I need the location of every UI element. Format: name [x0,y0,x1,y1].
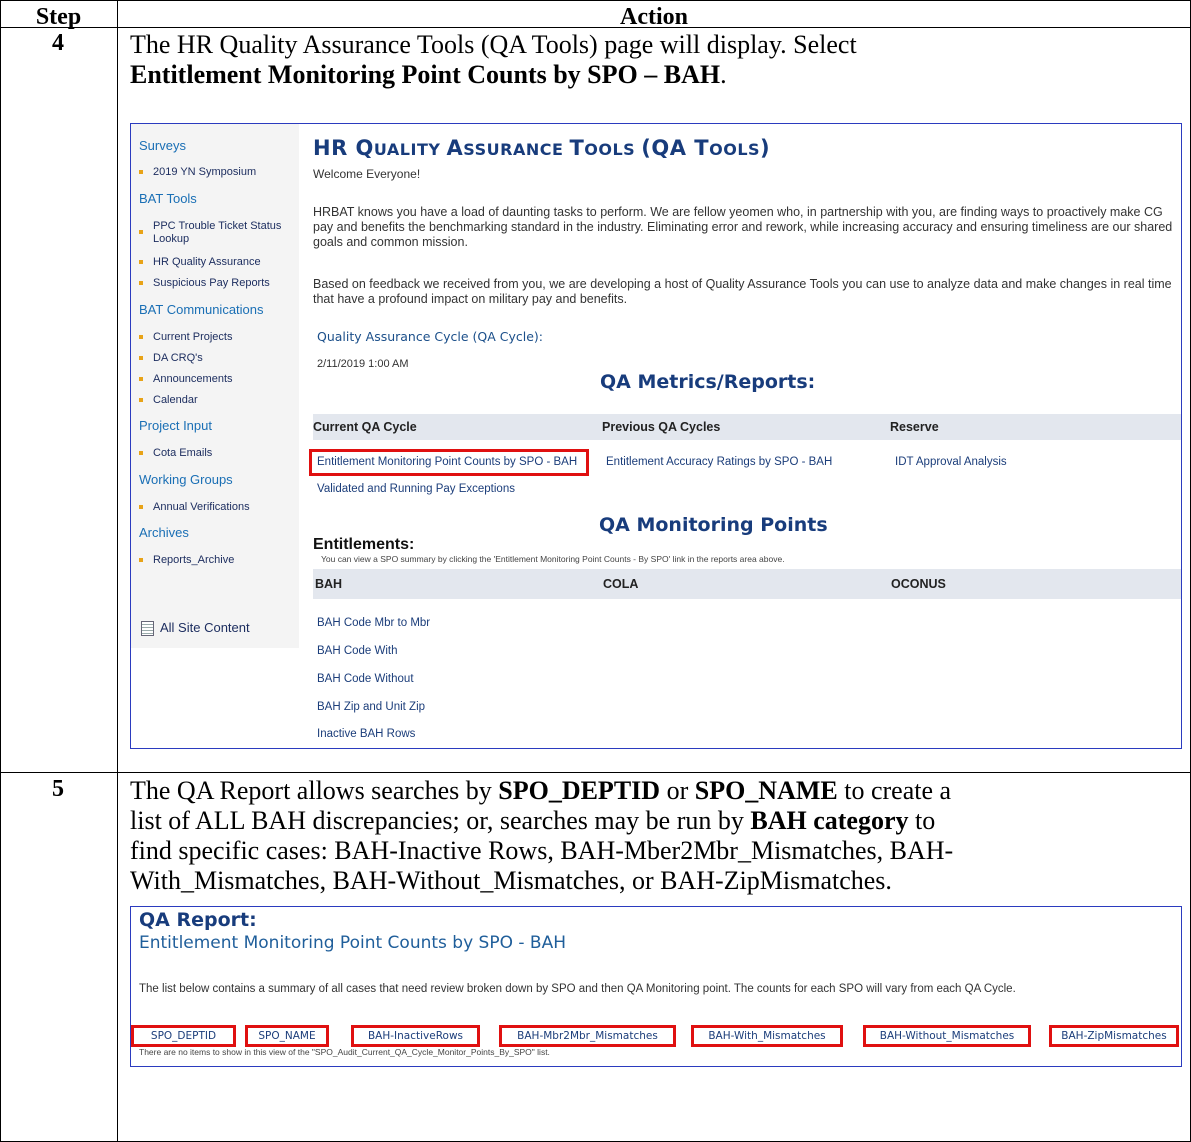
nav-group-archives[interactable]: Archives [139,525,189,540]
step-number-5: 5 [52,776,64,802]
col-previous-qa-cycles: Previous QA Cycles [602,420,721,434]
col-cola: COLA [603,577,639,591]
step5-bold-bah-category: BAH category [750,806,909,835]
step5-text: With_Mismatches, BAH-Without_Mismatches,… [130,866,892,895]
step-column-header: Step [35,4,82,30]
link-entitlement-accuracy-ratings[interactable]: Entitlement Accuracy Ratings by SPO - BA… [606,456,832,468]
link-bah-code-without[interactable]: BAH Code Without [317,673,414,685]
step5-bold-spo-deptid: SPO_DEPTID [498,776,661,805]
step4-instruction: The HR Quality Assurance Tools (QA Tools… [130,30,1180,90]
col-reserve: Reserve [890,420,939,434]
quick-launch-nav: Surveys 2019 YN Symposium BAT Tools PPC … [131,124,299,648]
procedure-table: Step Action 4 The HR Quality Assurance T… [0,0,1191,1142]
link-bah-zip-unit-zip[interactable]: BAH Zip and Unit Zip [317,701,425,713]
step4-period: . [720,60,727,89]
entitlements-note: You can view a SPO summary by clicking t… [321,554,785,564]
qa-report-subtitle: Entitlement Monitoring Point Counts by S… [139,933,566,953]
link-idt-approval-analysis[interactable]: IDT Approval Analysis [895,456,1007,468]
step5-text: The QA Report allows searches by [130,776,499,805]
all-site-content-label: All Site Content [160,620,250,635]
step4-bold-link-name: Entitlement Monitoring Point Counts by S… [130,60,721,89]
metrics-column-band: Current QA Cycle Previous QA Cycles Rese… [313,414,1181,440]
nav-group-project-input[interactable]: Project Input [139,418,212,433]
filter-button-bah-mbr2mbr[interactable]: BAH-Mbr2Mbr_Mismatches [499,1025,676,1047]
step5-text: to create a [837,776,952,805]
filter-button-bah-zip[interactable]: BAH-ZipMismatches [1049,1025,1179,1047]
qa-report-description: The list below contains a summary of all… [139,983,1016,995]
qa-report-screenshot: QA Report: Entitlement Monitoring Point … [130,906,1182,1067]
step5-text: or [660,776,695,805]
qa-report-title: QA Report: [139,909,257,931]
intro-paragraph-1: HRBAT knows you have a load of daunting … [313,205,1173,249]
link-bah-code-mbr-to-mbr[interactable]: BAH Code Mbr to Mbr [317,617,430,629]
qa-tools-screenshot: Surveys 2019 YN Symposium BAT Tools PPC … [130,123,1182,749]
link-bah-code-with[interactable]: BAH Code With [317,645,398,657]
step4-line1: The HR Quality Assurance Tools (QA Tools… [130,30,857,59]
empty-list-message: There are no items to show in this view … [139,1047,550,1057]
filter-button-spo-name[interactable]: SPO_NAME [245,1025,329,1047]
step-number-4: 4 [52,30,64,56]
nav-group-working-groups[interactable]: Working Groups [139,472,233,487]
step5-text: list of ALL BAH discrepancies; or, searc… [130,806,751,835]
col-current-qa-cycle: Current QA Cycle [313,420,417,434]
filter-button-bah-without[interactable]: BAH-Without_Mismatches [863,1025,1031,1047]
nav-item-hr-quality-assurance[interactable]: HR Quality Assurance [139,256,295,269]
filter-button-bah-inactive-rows[interactable]: BAH-InactiveRows [351,1025,480,1047]
nav-group-surveys[interactable]: Surveys [139,138,186,153]
nav-item-reports-archive[interactable]: Reports_Archive [139,554,295,567]
entitlements-column-band: BAH COLA OCONUS [313,569,1181,599]
link-entitlement-monitoring-counts-bah[interactable]: Entitlement Monitoring Point Counts by S… [317,456,577,468]
link-inactive-bah-rows[interactable]: Inactive BAH Rows [317,728,415,740]
nav-group-bat-communications[interactable]: BAT Communications [139,302,264,317]
welcome-text: Welcome Everyone! [313,167,421,181]
nav-item-current-projects[interactable]: Current Projects [139,331,295,344]
nav-item-announcements[interactable]: Announcements [139,373,295,386]
entitlements-heading: Entitlements: [313,536,415,553]
step5-text: find specific cases: BAH-Inactive Rows, … [130,836,954,865]
step5-bold-spo-name: SPO_NAME [694,776,838,805]
nav-item-calendar[interactable]: Calendar [139,394,295,407]
nav-item-cota-emails[interactable]: Cota Emails [139,447,295,460]
all-site-content-link[interactable]: All Site Content [141,620,250,637]
filter-button-spo-deptid[interactable]: SPO_DEPTID [131,1025,236,1047]
nav-group-bat-tools[interactable]: BAT Tools [139,191,197,206]
nav-item-annual-verifications[interactable]: Annual Verifications [139,501,295,514]
document-icon [141,621,154,637]
col-oconus: OCONUS [891,577,946,591]
nav-item-yn-symposium[interactable]: 2019 YN Symposium [139,166,295,179]
step5-instruction: The QA Report allows searches by SPO_DEP… [130,776,1180,896]
nav-item-ppc-trouble-ticket[interactable]: PPC Trouble Ticket Status Lookup [139,220,295,246]
link-validated-running-pay[interactable]: Validated and Running Pay Exceptions [317,483,515,495]
filter-button-bah-with[interactable]: BAH-With_Mismatches [691,1025,843,1047]
monitoring-heading: QA Monitoring Points [599,514,828,536]
nav-item-da-crqs[interactable]: DA CRQ's [139,352,295,365]
col-bah: BAH [315,577,343,591]
nav-item-suspicious-pay[interactable]: Suspicious Pay Reports [139,277,295,290]
action-column-header: Action [620,4,688,30]
step5-text: to [908,806,936,835]
metrics-heading: QA Metrics/Reports: [600,371,816,393]
qa-cycle-label: Quality Assurance Cycle (QA Cycle): [317,329,544,344]
qa-cycle-date: 2/11/2019 1:00 AM [317,358,409,370]
intro-paragraph-2: Based on feedback we received from you, … [313,277,1172,306]
page-title: HR QUALITY ASSURANCE TOOLS (QA TOOLS) [313,136,771,160]
